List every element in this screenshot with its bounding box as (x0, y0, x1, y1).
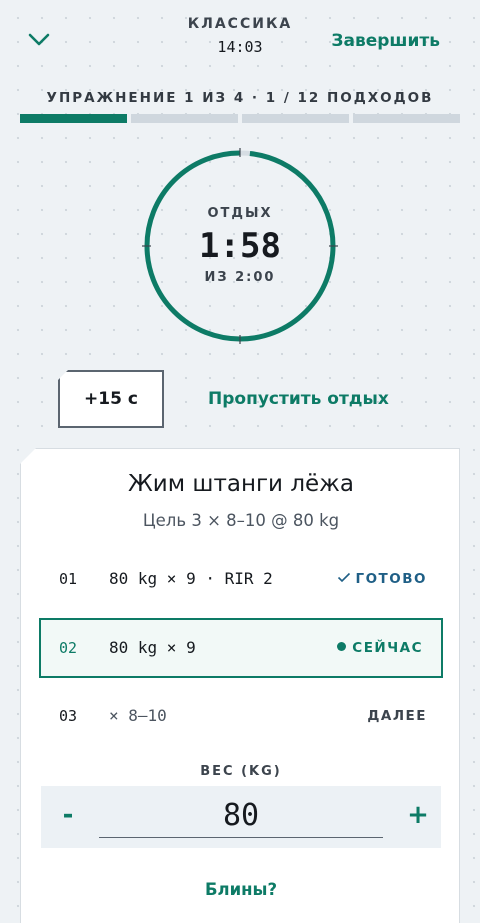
weight-stepper: - + (41, 786, 441, 848)
weight-input[interactable] (99, 794, 383, 838)
chevron-down-icon[interactable] (26, 30, 52, 50)
weight-label: ВЕС (KG) (200, 764, 282, 779)
set-row-2[interactable]: 02 80 kg × 9 СЕЙЧАС (39, 618, 443, 678)
checkmark-icon (338, 572, 351, 583)
program-title: КЛАССИКА (187, 16, 293, 32)
exercise-card: Жим штанги лёжа Цель 3 × 8–10 @ 80 kg 01… (20, 448, 460, 923)
add-15-seconds-button[interactable]: +15 с (58, 370, 164, 428)
set-status-label: ГОТОВО (355, 571, 427, 587)
progress-segment (131, 114, 238, 123)
finish-button[interactable]: Завершить (331, 31, 440, 51)
plates-calculator-link[interactable]: Блины? (21, 880, 460, 899)
set-status-upcoming: ДАЛЕЕ (367, 708, 427, 724)
increase-weight-button[interactable]: + (403, 786, 433, 844)
progress-label: УПРАЖНЕНИЕ 1 ИЗ 4 · 1 / 12 ПОДХОДОВ (46, 90, 434, 106)
rest-total: ИЗ 2:00 (204, 270, 276, 285)
exercise-goal: Цель 3 × 8–10 @ 80 kg (142, 511, 340, 530)
set-status-done: ГОТОВО (337, 549, 427, 609)
set-row-1[interactable]: 01 80 kg × 9 · RIR 2 ГОТОВО (39, 549, 443, 609)
progress-segment (353, 114, 460, 123)
exercise-progress-bar (20, 114, 460, 123)
set-description: 80 kg × 9 · RIR 2 (109, 569, 273, 588)
rest-label: ОТДЫХ (207, 206, 273, 221)
current-dot-icon (337, 642, 347, 651)
set-description: 80 kg × 9 (109, 638, 196, 657)
set-number: 01 (59, 570, 78, 588)
progress-segment (20, 114, 127, 123)
set-status-label: СЕЙЧАС (352, 640, 423, 656)
set-number: 02 (59, 639, 78, 657)
decrease-weight-button[interactable]: - (53, 786, 83, 844)
rest-timer: ОТДЫХ 1:58 ИЗ 2:00 (142, 148, 338, 344)
set-row-3[interactable]: 03 × 8–10 ДАЛЕЕ (39, 686, 443, 746)
set-status-current: СЕЙЧАС (337, 620, 423, 676)
exercise-name: Жим штанги лёжа (128, 471, 354, 497)
set-number: 03 (59, 707, 78, 725)
progress-segment (242, 114, 349, 123)
skip-rest-button[interactable]: Пропустить отдых (208, 389, 389, 409)
rest-remaining: 1:58 (199, 226, 281, 266)
set-description: × 8–10 (109, 706, 167, 725)
